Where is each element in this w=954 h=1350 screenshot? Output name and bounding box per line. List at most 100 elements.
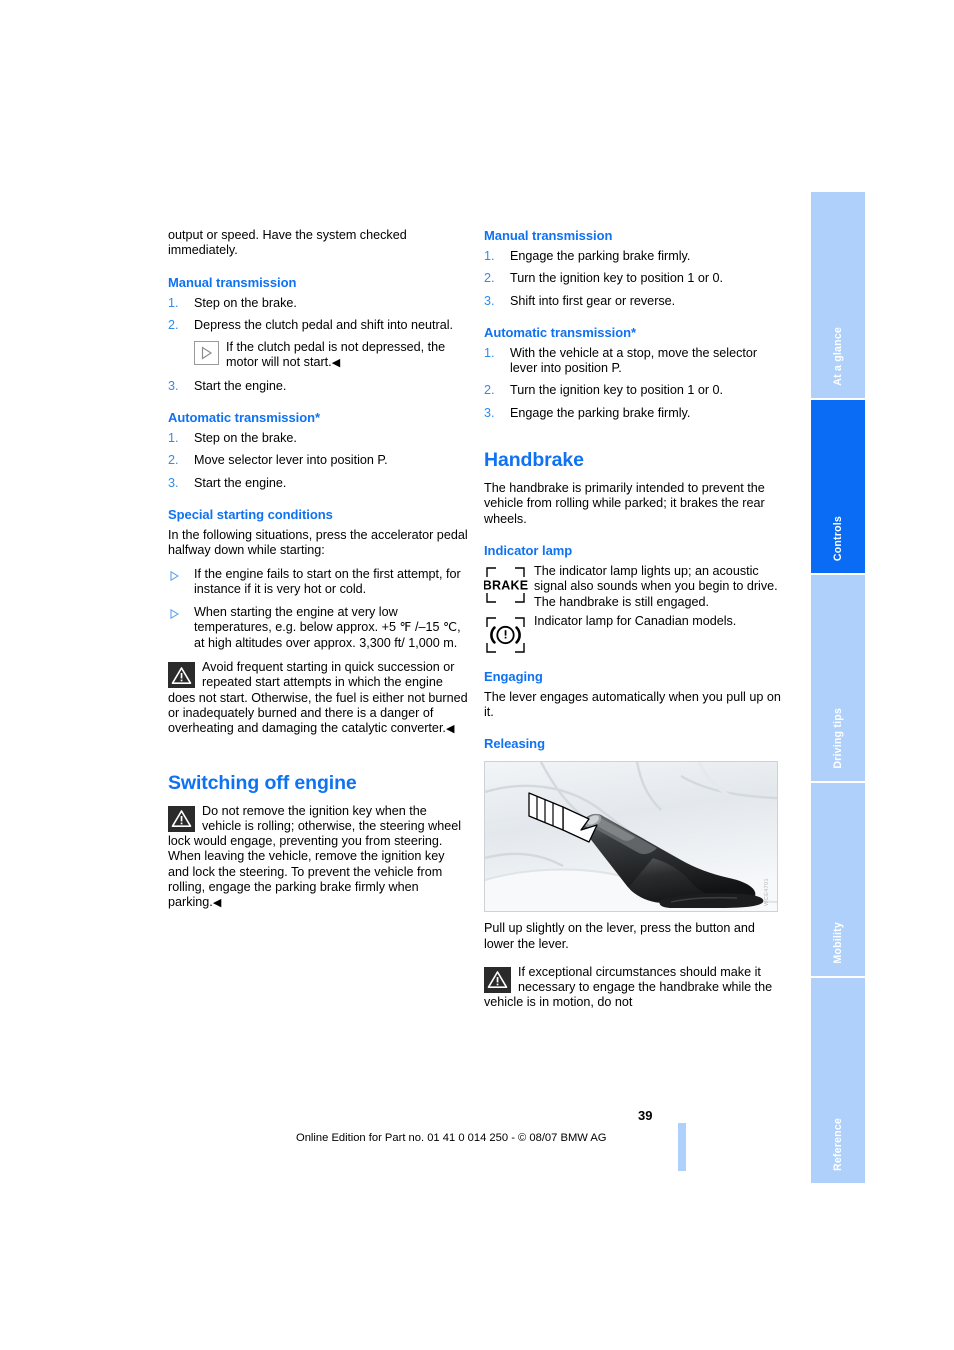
- list-item: 1. Step on the brake.: [168, 431, 468, 446]
- tab-label: Driving tips: [832, 708, 844, 769]
- image-watermark: WCE4701: [763, 877, 770, 906]
- step-text: Start the engine.: [194, 378, 287, 393]
- left-column: output or speed. Have the system checked…: [168, 228, 468, 912]
- step-text: Depress the clutch pedal and shift into …: [194, 317, 454, 332]
- heading-automatic-transmission-left: Automatic transmission*: [168, 410, 320, 426]
- step-text: Turn the ignition key to position 1 or 0…: [510, 383, 724, 398]
- step-number: 1.: [168, 431, 179, 446]
- manual-transmission-steps-left-cont: 3. Start the engine.: [168, 379, 468, 394]
- special-starting-intro: In the following situations, press the a…: [168, 527, 468, 558]
- note-block-clutch: If the clutch pedal is not depressed, th…: [194, 340, 468, 372]
- list-item: 2. Turn the ignition key to position 1 o…: [484, 271, 784, 286]
- list-item: 3. Engage the parking brake firmly.: [484, 406, 784, 421]
- step-number: 3.: [484, 293, 495, 308]
- brake-warning-circle-icon: [484, 614, 530, 656]
- warning-block-handbrake-in-motion: If exceptional circumstances should make…: [484, 965, 784, 1011]
- footer-accent-bar: [678, 1123, 686, 1171]
- end-marker: ◀: [331, 357, 340, 370]
- handbrake-lever-photo: WCE4701: [484, 761, 778, 913]
- step-number: 3.: [168, 475, 179, 490]
- heading-manual-transmission-right: Manual transmission: [484, 228, 613, 243]
- step-text: Move selector lever into position P.: [194, 453, 388, 468]
- manual-page: output or speed. Have the system checked…: [0, 0, 954, 1350]
- end-marker: ◀: [212, 897, 221, 910]
- manual-transmission-steps-left: 1. Step on the brake. 2. Depress the clu…: [168, 296, 468, 334]
- step-text: Step on the brake.: [194, 295, 297, 310]
- engaging-text: The lever engages automatically when you…: [484, 689, 781, 720]
- bullet-text: If the engine fails to start on the firs…: [194, 566, 461, 596]
- heading-special-starting-conditions: Special starting conditions: [168, 506, 333, 522]
- step-number: 2.: [168, 317, 179, 332]
- warning-triangle-icon: [484, 966, 511, 993]
- tab-at-a-glance[interactable]: At a glance: [811, 192, 865, 400]
- heading-automatic-transmission-right: Automatic transmission*: [484, 324, 636, 340]
- list-item: 2. Move selector lever into position P.: [168, 453, 468, 468]
- tab-driving-tips[interactable]: Driving tips: [811, 575, 865, 783]
- note-text: If the clutch pedal is not depressed, th…: [226, 340, 468, 372]
- svg-text:BRAKE: BRAKE: [484, 578, 528, 592]
- step-text: Engage the parking brake firmly.: [510, 249, 691, 263]
- page-number: 39: [638, 1108, 653, 1123]
- step-text: With the vehicle at a stop, move the sel…: [510, 345, 758, 376]
- tab-mobility[interactable]: Mobility: [811, 783, 865, 978]
- heading-handbrake: Handbrake: [484, 449, 584, 472]
- handbrake-intro: The handbrake is primarily intended to p…: [484, 481, 765, 526]
- warning-block-ignition-key: Do not remove the ignition key when the …: [168, 804, 468, 850]
- step-number: 3.: [484, 405, 495, 420]
- automatic-transmission-steps-right: 1. With the vehicle at a stop, move the …: [484, 346, 784, 421]
- step-number: 2.: [484, 383, 495, 398]
- step-text: Turn the ignition key to position 1 or 0…: [510, 271, 724, 286]
- list-item: 2. Turn the ignition key to position 1 o…: [484, 383, 784, 398]
- special-starting-bullets: If the engine fails to start on the firs…: [168, 567, 468, 651]
- list-item: 3. Shift into first gear or reverse.: [484, 294, 784, 309]
- list-item: 1. With the vehicle at a stop, move the …: [484, 346, 784, 377]
- list-item: 3. Start the engine.: [168, 476, 468, 491]
- triangle-bullet-icon: [170, 570, 180, 581]
- section-tab-strip: At a glance Controls Driving tips Mobili…: [811, 192, 865, 1183]
- automatic-transmission-steps-left: 1. Step on the brake. 2. Move selector l…: [168, 431, 468, 491]
- tab-label: Controls: [832, 515, 844, 561]
- list-item: When starting the engine at very low tem…: [168, 605, 468, 651]
- step-text: Step on the brake.: [194, 431, 297, 446]
- end-marker: ◀: [445, 723, 454, 736]
- list-item: 1. Engage the parking brake firmly.: [484, 249, 784, 264]
- step-number: 1.: [484, 345, 495, 360]
- play-triangle-icon: [194, 341, 219, 366]
- tab-label: At a glance: [832, 327, 844, 386]
- warning-triangle-icon: [168, 805, 195, 832]
- triangle-bullet-icon: [170, 608, 180, 620]
- step-number: 1.: [168, 295, 179, 310]
- heading-indicator-lamp: Indicator lamp: [484, 542, 573, 558]
- paragraph-body: When leaving the vehicle, remove the ign…: [168, 849, 445, 910]
- list-item: 3. Start the engine.: [168, 379, 468, 394]
- step-number: 1.: [484, 249, 495, 263]
- heading-engaging: Engaging: [484, 668, 543, 684]
- warning-block-frequent-starting: Avoid frequent starting in quick success…: [168, 660, 468, 737]
- intro-paragraph: output or speed. Have the system checked…: [168, 228, 407, 258]
- brake-indicator-lamp-icon: BRAKE: [483, 564, 530, 606]
- manual-transmission-steps-right: 1. Engage the parking brake firmly. 2. T…: [484, 249, 784, 309]
- indicator-lamp-text: Indicator lamp for Canadian models.: [534, 613, 737, 628]
- step-number: 3.: [168, 378, 179, 393]
- list-item: 1. Step on the brake.: [168, 296, 468, 311]
- step-text: Engage the parking brake firmly.: [510, 405, 691, 420]
- warning-text: If exceptional circumstances should make…: [484, 964, 773, 1010]
- warning-text: Avoid frequent starting in quick success…: [168, 660, 468, 736]
- indicator-lamp-text: The indicator lamp lights up; an acousti…: [534, 563, 778, 609]
- step-text: Shift into first gear or reverse.: [510, 293, 676, 308]
- releasing-caption: Pull up slightly on the lever, press the…: [484, 921, 755, 951]
- indicator-lamp-row-canada: Indicator lamp for Canadian models.: [484, 614, 784, 656]
- step-number: 2.: [168, 453, 179, 468]
- list-item: 2. Depress the clutch pedal and shift in…: [168, 318, 468, 333]
- indicator-lamp-row-brake: BRAKE The indicator lamp lights up; an a…: [483, 563, 784, 610]
- page-footer: 39 Online Edition for Part no. 01 41 0 0…: [0, 1108, 954, 1178]
- step-text: Start the engine.: [194, 475, 287, 490]
- tab-controls[interactable]: Controls: [811, 400, 865, 575]
- footer-edition-note: Online Edition for Part no. 01 41 0 014 …: [296, 1132, 607, 1144]
- list-item: If the engine fails to start on the firs…: [168, 567, 468, 598]
- heading-releasing: Releasing: [484, 736, 545, 752]
- heading-manual-transmission-left: Manual transmission: [168, 274, 297, 290]
- heading-switching-off-engine: Switching off engine: [168, 771, 357, 794]
- warning-text: Do not remove the ignition key when the …: [168, 803, 462, 849]
- switching-off-paragraph: When leaving the vehicle, remove the ign…: [168, 849, 468, 911]
